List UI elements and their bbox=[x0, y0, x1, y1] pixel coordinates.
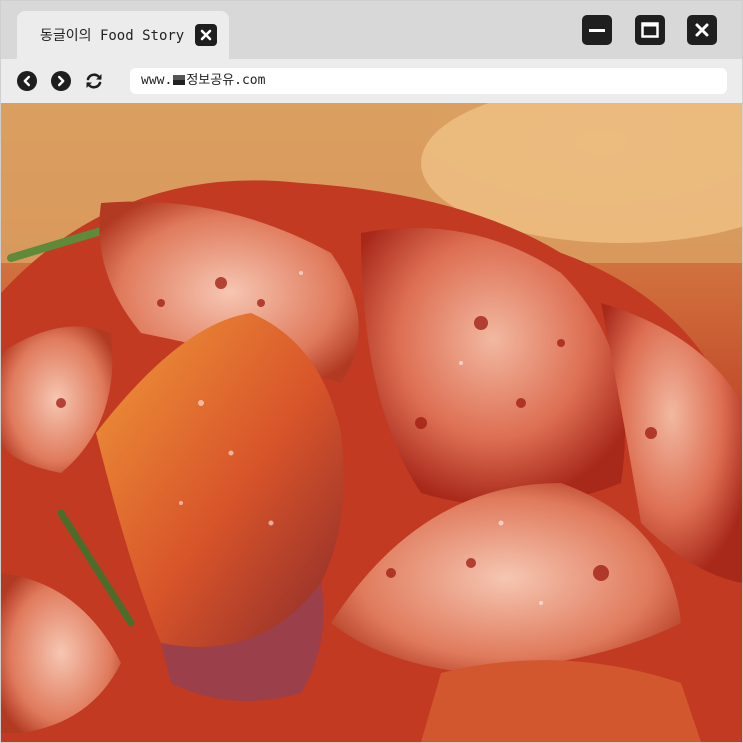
reload-icon bbox=[86, 73, 102, 89]
close-icon bbox=[200, 29, 212, 41]
url-domain: 정보공유.com bbox=[186, 73, 266, 88]
kimchi-photo bbox=[1, 103, 742, 742]
minimize-button[interactable] bbox=[582, 15, 612, 45]
minimize-icon bbox=[589, 29, 605, 32]
chevron-right-icon bbox=[51, 71, 71, 91]
maximize-button[interactable] bbox=[635, 15, 665, 45]
browser-window: 동글이의 Food Story www. 정보공유.com bbox=[0, 0, 743, 743]
chevron-left-icon bbox=[17, 71, 37, 91]
close-window-button[interactable] bbox=[687, 15, 717, 45]
address-bar[interactable]: www. 정보공유.com bbox=[130, 68, 727, 94]
close-icon bbox=[695, 23, 709, 37]
flag-icon bbox=[173, 75, 186, 85]
tab-title: 동글이의 Food Story bbox=[40, 28, 185, 44]
forward-button[interactable] bbox=[51, 71, 71, 91]
tab-close-button[interactable] bbox=[195, 24, 217, 46]
navigation-bar: www. 정보공유.com bbox=[1, 59, 742, 103]
maximize-icon bbox=[641, 22, 659, 38]
browser-tab[interactable]: 동글이의 Food Story bbox=[17, 11, 229, 59]
title-bar: 동글이의 Food Story bbox=[1, 1, 742, 59]
page-content-image bbox=[1, 103, 742, 742]
back-button[interactable] bbox=[17, 71, 37, 91]
url-prefix: www. bbox=[141, 73, 173, 88]
reload-button[interactable] bbox=[84, 71, 104, 91]
